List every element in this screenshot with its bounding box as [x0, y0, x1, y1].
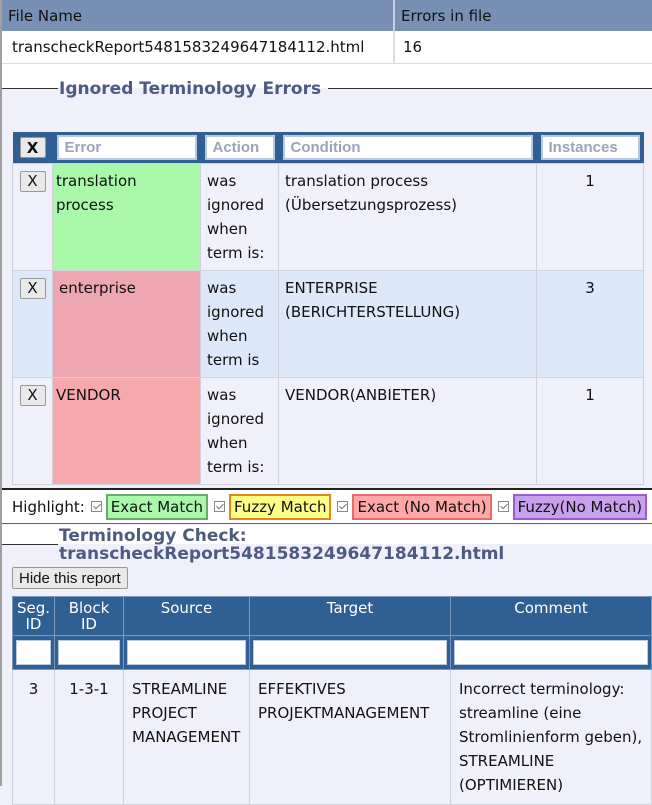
condition-text: VENDOR(ANBIETER) — [278, 377, 537, 485]
table-row: transcheckReport5481583249647184112.html… — [2, 31, 652, 65]
header-target: Target — [249, 596, 451, 636]
instances-count: 3 — [536, 270, 644, 378]
error-term: VENDOR — [52, 377, 201, 485]
block-id-filter-input[interactable] — [58, 640, 120, 665]
fuzzy-no-match-checkbox[interactable] — [497, 501, 509, 512]
header-block-id: Block ID — [54, 596, 124, 636]
header-block-id-line1: Block — [68, 599, 110, 617]
errors-count-cell: 16 — [394, 31, 652, 65]
exact-match-checkbox[interactable] — [90, 501, 102, 512]
title-line-2: transcheckReport5481583249647184112.html — [59, 544, 505, 564]
condition-text: ENTERPRISE (BERICHTERSTELLUNG) — [278, 270, 537, 378]
target-filter-input[interactable] — [253, 640, 447, 665]
exact-no-match-checkbox[interactable] — [337, 501, 349, 512]
clear-all-cell: X — [12, 132, 53, 164]
error-term: enterprise — [52, 270, 201, 378]
ignored-errors-table: X Error Action Condition Instances X tra… — [12, 132, 644, 485]
table-row: 3 1-3-1 STREAMLINE PROJECT MANAGEMENT EF… — [12, 669, 652, 805]
error-filter-input[interactable]: Error — [56, 135, 197, 160]
instances-count: 1 — [536, 377, 644, 485]
remove-ignored-button[interactable]: X — [19, 277, 46, 299]
header-seg-id: Seg. ID — [12, 596, 55, 636]
block-id-cell: 1-3-1 — [54, 669, 124, 805]
header-file-name: File Name — [2, 0, 395, 31]
exact-match-chip: Exact Match — [105, 493, 208, 520]
hide-report-button[interactable]: Hide this report — [12, 567, 128, 589]
clear-all-button[interactable]: X — [19, 137, 46, 158]
source-filter-input[interactable] — [127, 640, 246, 665]
header-seg-id-line2: ID — [25, 615, 42, 633]
ignored-error-row: X VENDOR was ignored when term is: VENDO… — [12, 377, 644, 485]
header-seg-id-line1: Seg. — [16, 599, 51, 617]
ignored-errors-title: Ignored Terminology Errors — [59, 79, 322, 99]
fieldset-border — [2, 88, 58, 89]
highlight-label: Highlight: — [12, 497, 85, 516]
file-summary-table: File Name Errors in file transcheckRepor… — [2, 0, 652, 65]
title-line-1: Terminology Check: — [59, 526, 247, 546]
comment-cell: Incorrect terminology: streamline (eine … — [450, 669, 652, 805]
remove-ignored-button[interactable]: X — [19, 170, 46, 192]
fieldset-border — [2, 544, 58, 545]
condition-text: translation process (Übersetzungsprozess… — [278, 163, 537, 271]
fuzzy-match-chip: Fuzzy Match — [229, 493, 332, 520]
header-block-id-line2: ID — [81, 615, 97, 633]
terminology-check-title: Terminology Check: transcheckReport54815… — [59, 527, 504, 563]
comment-filter-input[interactable] — [454, 640, 648, 665]
seg-id-filter-input[interactable] — [16, 640, 51, 665]
target-cell: EFFEKTIVES PROJEKTMANAGEMENT — [249, 669, 451, 805]
action-filter-input[interactable]: Action — [204, 135, 275, 160]
error-term: translation process — [52, 163, 201, 271]
ignored-error-row: X enterprise was ignored when term is EN… — [12, 270, 644, 378]
header-source: Source — [123, 596, 250, 636]
condition-filter-input[interactable]: Condition — [282, 135, 533, 160]
header-comment: Comment — [450, 596, 652, 636]
source-cell: STREAMLINE PROJECT MANAGEMENT — [123, 669, 250, 805]
action-text: was ignored when term is: — [200, 377, 279, 485]
fuzzy-match-checkbox[interactable] — [214, 501, 225, 512]
action-text: was ignored when term is: — [200, 163, 279, 271]
terminology-check-table: Seg. ID Block ID Source Target Comment 3… — [12, 596, 652, 805]
seg-id-cell: 3 — [12, 669, 55, 805]
file-name-cell: transcheckReport5481583249647184112.html — [2, 31, 395, 65]
fieldset-border — [328, 88, 652, 89]
fuzzy-no-match-chip: Fuzzy(No Match) — [512, 493, 648, 520]
action-text: was ignored when term is — [200, 270, 279, 378]
remove-ignored-button[interactable]: X — [19, 384, 46, 406]
exact-no-match-chip: Exact (No Match) — [352, 493, 492, 520]
ignored-error-row: X translation process was ignored when t… — [12, 163, 644, 271]
instances-count: 1 — [536, 163, 644, 271]
instances-filter-input[interactable]: Instances — [540, 135, 640, 160]
header-errors-in-file: Errors in file — [394, 0, 652, 31]
highlight-toolbar: Highlight: Exact Match Fuzzy Match Exact… — [2, 488, 652, 524]
